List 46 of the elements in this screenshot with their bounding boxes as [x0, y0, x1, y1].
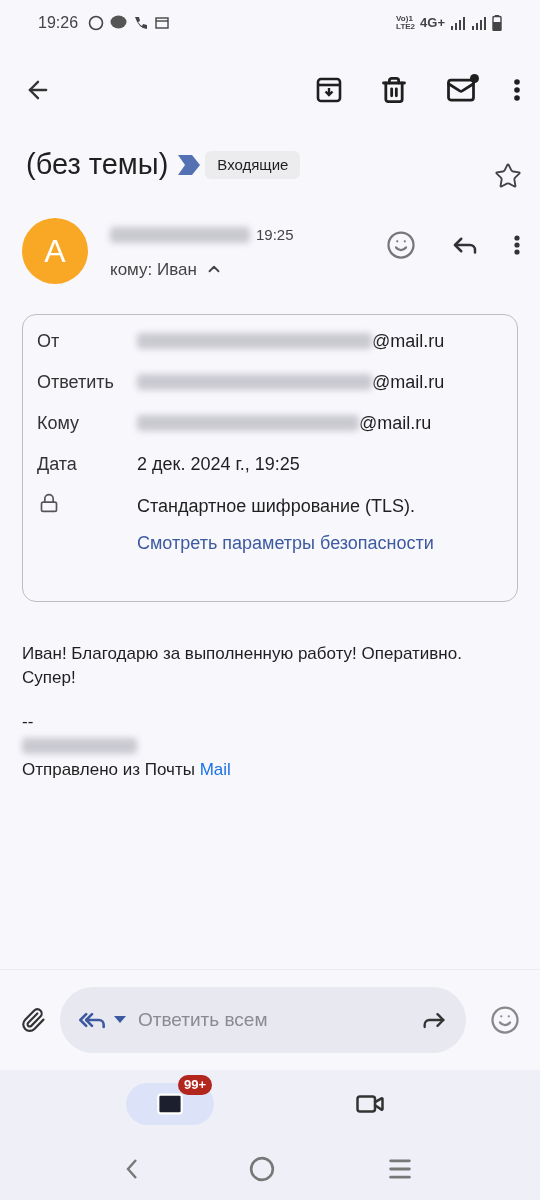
- signature-separator: --: [22, 711, 35, 733]
- detail-label: Кому: [37, 411, 81, 435]
- emoji-button[interactable]: [386, 230, 416, 260]
- more-icon: [514, 235, 520, 255]
- back-icon: [125, 1159, 138, 1179]
- home-button[interactable]: [249, 1156, 275, 1182]
- message-time: 19:25: [256, 225, 294, 245]
- dropdown-icon: [114, 1016, 126, 1024]
- mail-link[interactable]: Mail: [199, 760, 231, 779]
- signal-icon: [450, 16, 466, 30]
- unread-badge: 99+: [177, 1075, 212, 1095]
- phone-icon: [133, 15, 150, 31]
- reply-field[interactable]: Ответить всем: [138, 1005, 420, 1035]
- battery-icon: [492, 15, 502, 31]
- clock: 19:26: [38, 13, 79, 33]
- detail-value: @mail.ru: [359, 411, 432, 435]
- network-type: 4G+: [420, 14, 445, 33]
- message-body: Иван! Благодарю за выполненную работу! Оперативно. Супер!: [22, 643, 463, 689]
- detail-value: Стандартное шифрование (TLS).: [137, 495, 417, 518]
- archive-button[interactable]: [316, 77, 342, 103]
- calendar-icon: [155, 16, 170, 30]
- star-button[interactable]: [494, 162, 522, 190]
- label-chip[interactable]: Входящие: [205, 150, 301, 180]
- volte-indicator: Vo)1 LTE2: [396, 15, 416, 31]
- subject-title: (без темы): [26, 147, 169, 183]
- avatar: А: [22, 218, 88, 284]
- detail-label: От: [37, 329, 61, 353]
- detail-label: Ответить: [37, 370, 115, 394]
- attach-button[interactable]: [20, 1007, 46, 1033]
- more-button[interactable]: [514, 235, 520, 255]
- more-button[interactable]: [514, 79, 520, 101]
- recipients-toggle[interactable]: кому: Иван: [110, 256, 294, 282]
- importance-marker-icon: [178, 155, 201, 175]
- signal-icon: [471, 16, 487, 30]
- security-link[interactable]: Смотреть параметры безопасности: [137, 530, 434, 557]
- reply-bar[interactable]: Ответить всем: [60, 987, 466, 1053]
- sent-from-text: Отправлено из Почты Mail: [22, 759, 232, 781]
- system-back-button[interactable]: [125, 1159, 138, 1179]
- delete-button[interactable]: [380, 76, 408, 104]
- detail-value: @mail.ru: [372, 329, 445, 353]
- detail-value: 2 дек. 2024 г., 19:25: [137, 452, 300, 476]
- detail-label: Дата: [37, 452, 78, 476]
- detail-value: @mail.ru: [372, 370, 445, 394]
- more-icon: [514, 79, 520, 101]
- lock-icon: [39, 493, 59, 513]
- emoji-button[interactable]: [490, 1005, 520, 1035]
